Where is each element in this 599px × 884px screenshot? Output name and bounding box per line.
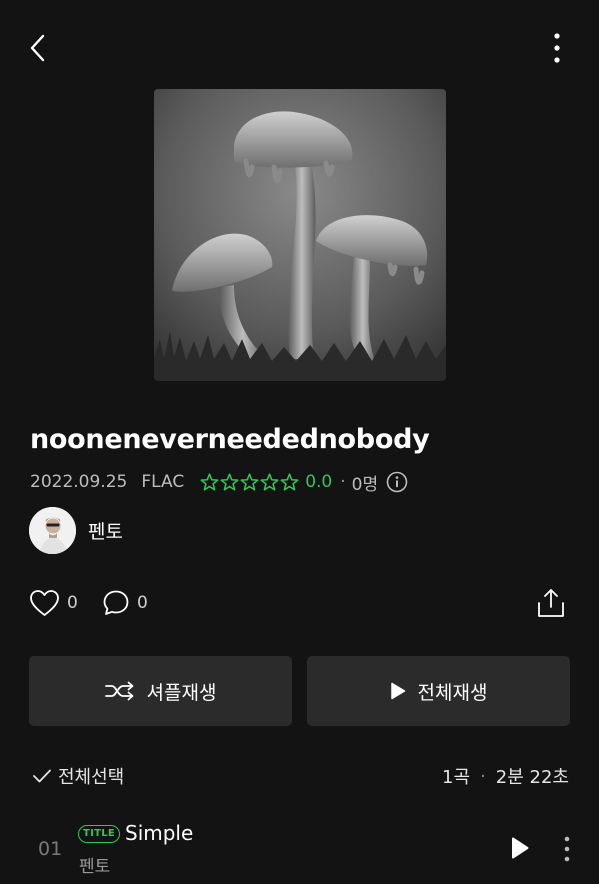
track-count: 1곡: [442, 767, 471, 788]
release-date: 2022.09.25: [30, 472, 128, 492]
share-button[interactable]: [536, 587, 566, 623]
track-play-button[interactable]: [510, 836, 530, 864]
album-cover[interactable]: [154, 89, 446, 381]
comment-count: 0: [137, 593, 148, 613]
info-icon: [386, 471, 408, 493]
track-artist: 펜토: [79, 857, 111, 877]
artist-name: 펜토: [88, 520, 123, 543]
top-bar: [0, 0, 599, 96]
album-actions: 0 0: [0, 585, 599, 625]
album-title: nooneneverneedednobody: [30, 424, 430, 455]
track-more-button[interactable]: [556, 834, 578, 864]
more-options-button[interactable]: [540, 28, 574, 68]
rating-stars[interactable]: [200, 473, 300, 491]
comment-icon: [103, 590, 129, 615]
chevron-left-icon: [30, 34, 45, 62]
play-all-button[interactable]: 전체재생: [307, 656, 570, 726]
check-icon: [33, 769, 51, 783]
album-meta: 2022.09.25 FLAC 0.0 · 0명: [30, 468, 408, 496]
rating-count: 0명: [351, 474, 379, 495]
track-summary: 1곡 · 2분 22초: [442, 763, 569, 789]
shuffle-icon: [104, 681, 133, 701]
album-detail-page: nooneneverneedednobody 2022.09.25 FLAC 0…: [0, 0, 599, 884]
total-duration: 2분 22초: [495, 767, 569, 788]
star-outline-icon: [260, 473, 279, 491]
select-all-label: 전체선택: [58, 767, 125, 788]
star-outline-icon: [220, 473, 239, 491]
share-icon: [538, 589, 564, 617]
rating-value: 0.0: [305, 472, 333, 492]
audio-format: FLAC: [141, 472, 185, 492]
back-button[interactable]: [20, 28, 56, 68]
track-row[interactable]: 01 TITLE Simple 펜토: [0, 812, 599, 884]
summary-separator: ·: [480, 765, 486, 787]
star-outline-icon: [200, 473, 219, 491]
play-icon: [390, 682, 405, 700]
artist-avatar: [29, 506, 76, 554]
shuffle-play-button[interactable]: 셔플재생: [29, 656, 292, 726]
heart-icon: [30, 590, 59, 616]
like-button[interactable]: 0: [29, 589, 78, 617]
select-all-button[interactable]: 전체선택: [32, 763, 124, 789]
track-number: 01: [38, 838, 63, 860]
star-outline-icon: [240, 473, 259, 491]
artist-link[interactable]: 펜토: [29, 506, 123, 554]
meta-separator: ·: [340, 472, 346, 492]
track-list-header: 전체선택 1곡 · 2분 22초: [0, 760, 599, 792]
play-all-label: 전체재생: [417, 681, 488, 704]
title-track-badge: TITLE: [78, 825, 121, 843]
comment-button[interactable]: 0: [102, 589, 148, 617]
track-title: Simple: [125, 821, 194, 845]
like-count: 0: [67, 593, 78, 613]
star-outline-icon: [280, 473, 299, 491]
play-icon: [512, 837, 529, 859]
rating-info-button[interactable]: [386, 471, 408, 493]
more-vertical-icon: [554, 33, 560, 63]
album-cover-art: [154, 89, 446, 381]
shuffle-play-label: 셔플재생: [146, 681, 217, 704]
more-vertical-icon: [564, 836, 570, 862]
